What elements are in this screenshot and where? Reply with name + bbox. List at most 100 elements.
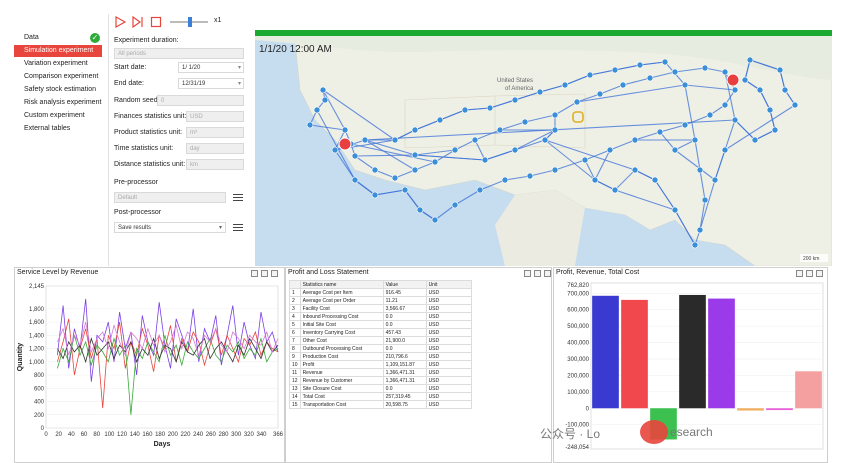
- settings-icon[interactable]: [524, 270, 531, 277]
- customer-node[interactable]: [721, 68, 729, 76]
- end-date-field[interactable]: 12/31/19 ▾: [178, 78, 244, 89]
- customer-node[interactable]: [646, 74, 654, 82]
- sidebar-item-custom[interactable]: Custom experiment: [14, 110, 102, 122]
- supply-chain-map[interactable]: United States of America 1/1/20 12:00 AM…: [255, 30, 832, 266]
- table-row[interactable]: 10 Profit 1,109,151.87 USD: [289, 360, 472, 369]
- customer-node[interactable]: [319, 86, 327, 94]
- table-row[interactable]: 11 Revenue 1,366,471.31 USD: [289, 368, 472, 377]
- random-seed-field[interactable]: 0: [157, 95, 244, 106]
- preprocessor-menu-icon[interactable]: [233, 194, 243, 202]
- product-unit-select[interactable]: m³: [186, 127, 244, 138]
- customer-node[interactable]: [551, 111, 559, 119]
- customer-node[interactable]: [471, 136, 479, 144]
- table-row[interactable]: 7 Other Cost 21,900.0 USD: [289, 336, 472, 345]
- customer-node[interactable]: [496, 126, 504, 134]
- customer-node[interactable]: [721, 101, 729, 109]
- column-header[interactable]: Statistics name: [299, 280, 384, 289]
- customer-node[interactable]: [401, 186, 409, 194]
- customer-node[interactable]: [351, 176, 359, 184]
- customer-node[interactable]: [631, 136, 639, 144]
- expand-icon[interactable]: [544, 270, 551, 277]
- customer-node[interactable]: [313, 106, 321, 114]
- customer-node[interactable]: [591, 176, 599, 184]
- postprocessor-menu-icon[interactable]: [233, 224, 243, 232]
- customer-node[interactable]: [476, 186, 484, 194]
- table-row[interactable]: 4 Inbound Processing Cost 0.0 USD: [289, 312, 472, 321]
- customer-node[interactable]: [661, 58, 669, 66]
- table-row[interactable]: 3 Facility Cost 3,566.67 USD: [289, 304, 472, 313]
- customer-node[interactable]: [671, 68, 679, 76]
- start-date-field[interactable]: 1/ 1/20 ▾: [178, 62, 244, 73]
- copy-icon[interactable]: [534, 270, 541, 277]
- customer-node[interactable]: [671, 206, 679, 214]
- customer-node[interactable]: [481, 156, 489, 164]
- column-header[interactable]: Value: [382, 280, 427, 289]
- customer-node[interactable]: [561, 81, 569, 89]
- stop-icon[interactable]: [150, 16, 162, 28]
- customer-node[interactable]: [711, 176, 719, 184]
- customer-node[interactable]: [681, 121, 689, 129]
- table-row[interactable]: 6 Inventory Carrying Cost 457.43 USD: [289, 328, 472, 337]
- customer-node[interactable]: [436, 116, 444, 124]
- speed-slider[interactable]: [170, 17, 208, 27]
- customer-node[interactable]: [776, 66, 784, 74]
- column-header[interactable]: Unit: [425, 280, 472, 289]
- table-view-icon[interactable]: [796, 270, 803, 277]
- customer-node[interactable]: [411, 126, 419, 134]
- customer-node[interactable]: [611, 66, 619, 74]
- customer-node[interactable]: [756, 86, 764, 94]
- customer-node[interactable]: [691, 241, 699, 249]
- customer-node[interactable]: [611, 186, 619, 194]
- customer-node[interactable]: [411, 151, 419, 159]
- customer-node[interactable]: [391, 174, 399, 182]
- play-icon[interactable]: [114, 16, 126, 28]
- customer-node[interactable]: [771, 126, 779, 134]
- customer-node[interactable]: [391, 136, 399, 144]
- customer-node[interactable]: [573, 98, 581, 106]
- table-row[interactable]: 9 Production Cost 210,796.6 USD: [289, 352, 472, 361]
- customer-node[interactable]: [331, 146, 339, 154]
- customer-node[interactable]: [671, 146, 679, 154]
- customer-node[interactable]: [486, 104, 494, 112]
- customer-node[interactable]: [526, 172, 534, 180]
- settings-icon[interactable]: [806, 270, 813, 277]
- calendar-icon[interactable]: ▾: [238, 79, 241, 90]
- customer-node[interactable]: [781, 86, 789, 94]
- sidebar-item-external-tables[interactable]: External tables: [14, 123, 102, 135]
- sidebar-item-safety-stock[interactable]: Safety stock estimation: [14, 84, 102, 96]
- calendar-icon[interactable]: ▾: [238, 63, 241, 74]
- speed-slider-handle[interactable]: [188, 17, 192, 27]
- table-row[interactable]: 15 Transportation Cost 20,598.75 USD: [289, 400, 472, 409]
- customer-node[interactable]: [461, 106, 469, 114]
- customer-node[interactable]: [696, 226, 704, 234]
- customer-node[interactable]: [636, 61, 644, 69]
- customer-node[interactable]: [746, 56, 754, 64]
- duration-select[interactable]: All periods: [114, 48, 244, 59]
- table-row[interactable]: 5 Initial Site Cost 0.0 USD: [289, 320, 472, 329]
- customer-node[interactable]: [321, 96, 329, 104]
- customer-node[interactable]: [656, 128, 664, 136]
- customer-node[interactable]: [741, 76, 749, 84]
- customer-node[interactable]: [451, 146, 459, 154]
- customer-node[interactable]: [361, 136, 369, 144]
- customer-node[interactable]: [706, 111, 714, 119]
- customer-node[interactable]: [681, 81, 689, 89]
- customer-node[interactable]: [721, 146, 729, 154]
- table-row[interactable]: 14 Total Cost 257,319.45 USD: [289, 392, 472, 401]
- customer-node[interactable]: [306, 121, 314, 129]
- expand-icon[interactable]: [271, 270, 278, 277]
- customer-node[interactable]: [501, 176, 509, 184]
- sidebar-item-risk-analysis[interactable]: Risk analysis experiment: [14, 97, 102, 109]
- customer-node[interactable]: [431, 216, 439, 224]
- customer-node[interactable]: [651, 176, 659, 184]
- table-row[interactable]: 13 Site Closure Cost 0.0 USD: [289, 384, 472, 393]
- customer-node[interactable]: [751, 136, 759, 144]
- distribution-center-node[interactable]: [726, 73, 740, 87]
- customer-node[interactable]: [371, 166, 379, 174]
- customer-node[interactable]: [596, 90, 604, 98]
- customer-node[interactable]: [696, 166, 704, 174]
- customer-node[interactable]: [511, 146, 519, 154]
- customer-node[interactable]: [521, 118, 529, 126]
- customer-node[interactable]: [416, 206, 424, 214]
- customer-node[interactable]: [541, 136, 549, 144]
